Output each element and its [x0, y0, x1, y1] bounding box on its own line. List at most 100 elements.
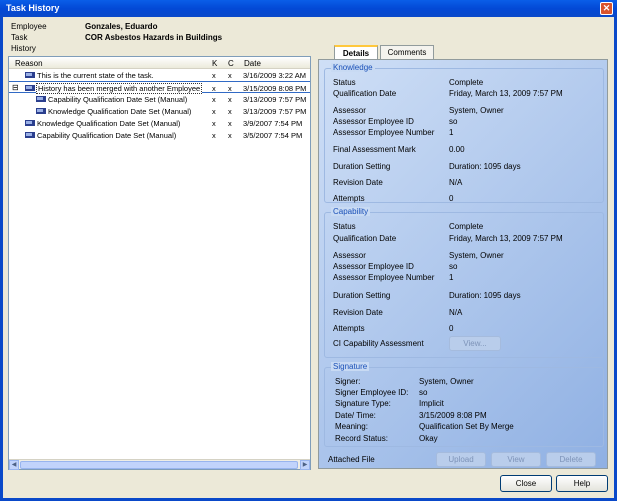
- tree-row[interactable]: Capability Qualification Date Set (Manua…: [9, 129, 310, 141]
- tab-details[interactable]: Details: [334, 45, 378, 60]
- row-c: x: [228, 107, 232, 116]
- k-final-mark-label: Final Assessment Mark: [333, 145, 416, 154]
- row-k: x: [212, 71, 216, 80]
- k-qdate-label: Qualification Date: [333, 89, 397, 98]
- tree-row[interactable]: Capability Qualification Date Set (Manua…: [9, 93, 310, 105]
- upload-button[interactable]: Upload: [436, 452, 486, 467]
- c-duration-label: Duration Setting: [333, 291, 391, 300]
- knowledge-title: Knowledge: [331, 63, 375, 72]
- c-revision-value: N/A: [449, 308, 463, 317]
- capability-title: Capability: [331, 207, 371, 216]
- c-duration-value: Duration: 1095 days: [449, 291, 521, 300]
- scroll-thumb[interactable]: [20, 461, 298, 469]
- row-c: x: [228, 95, 232, 104]
- col-reason[interactable]: Reason: [15, 59, 43, 68]
- row-date: 3/13/2009 7:57 PM: [243, 95, 307, 104]
- col-c[interactable]: C: [228, 59, 234, 68]
- row-k: x: [212, 84, 216, 93]
- row-reason: This is the current state of the task.: [37, 71, 154, 80]
- history-icon: [25, 132, 35, 138]
- row-k: x: [212, 95, 216, 104]
- ci-assessment-label: CI Capability Assessment: [333, 339, 424, 348]
- signature-datetime-label: Date/ Time:: [335, 411, 376, 420]
- collapse-icon[interactable]: ⊟: [12, 83, 19, 92]
- signature-title: Signature: [331, 362, 370, 371]
- signature-type-label: Signature Type:: [335, 399, 391, 408]
- history-icon: [36, 108, 46, 114]
- c-status-label: Status: [333, 222, 356, 231]
- k-assessor-value: System, Owner: [449, 106, 504, 115]
- c-qdate-value: Friday, March 13, 2009 7:57 PM: [449, 234, 563, 243]
- k-duration-label: Duration Setting: [333, 162, 391, 171]
- k-duration-value: Duration: 1095 days: [449, 162, 521, 171]
- delete-button[interactable]: Delete: [546, 452, 596, 467]
- history-icon: [36, 96, 46, 102]
- meaning-label: Meaning:: [335, 422, 368, 431]
- c-attempts-value: 0: [449, 324, 454, 333]
- row-date: 3/13/2009 7:57 PM: [243, 107, 307, 116]
- employee-row: Employee Gonzales, Eduardo: [11, 22, 157, 31]
- tree-row[interactable]: Knowledge Qualification Date Set (Manual…: [9, 117, 310, 129]
- c-assessor-num-value: 1: [449, 273, 454, 282]
- k-qdate-value: Friday, March 13, 2009 7:57 PM: [449, 89, 563, 98]
- scroll-right-icon[interactable]: ▶: [300, 460, 310, 470]
- task-value: COR Asbestos Hazards in Buildings: [85, 33, 223, 42]
- c-status-value: Complete: [449, 222, 484, 231]
- k-assessor-id-value: so: [449, 117, 458, 126]
- capability-group: Capability Status Complete Qualification…: [324, 207, 604, 358]
- col-k[interactable]: K: [212, 59, 217, 68]
- tab-comments[interactable]: Comments: [380, 45, 434, 59]
- meaning-value: Qualification Set By Merge: [419, 422, 514, 431]
- history-icon: [25, 120, 35, 126]
- signature-datetime-value: 3/15/2009 8:08 PM: [419, 411, 487, 420]
- k-attempts-value: 0: [449, 194, 454, 203]
- k-assessor-label: Assessor: [333, 106, 366, 115]
- c-assessor-value: System, Owner: [449, 251, 504, 260]
- tree-row[interactable]: This is the current state of the task. x…: [9, 69, 310, 81]
- knowledge-group: Knowledge Status Complete Qualification …: [324, 63, 604, 203]
- signer-id-label: Signer Employee ID:: [335, 388, 409, 397]
- tree-row-selected[interactable]: ⊟ History has been merged with another E…: [9, 81, 310, 94]
- k-revision-label: Revision Date: [333, 178, 383, 187]
- row-reason: Capability Qualification Date Set (Manua…: [48, 95, 188, 104]
- signature-group: Signature Signer: System, Owner Signer E…: [324, 362, 604, 447]
- title-bar: Task History ✕: [0, 0, 617, 17]
- tree-row[interactable]: Knowledge Qualification Date Set (Manual…: [9, 105, 310, 117]
- signer-label: Signer:: [335, 377, 361, 386]
- scroll-left-icon[interactable]: ◀: [9, 460, 19, 470]
- signature-type-value: Implicit: [419, 399, 444, 408]
- c-assessor-id-label: Assessor Employee ID: [333, 262, 414, 271]
- close-icon[interactable]: ✕: [600, 2, 613, 15]
- row-k: x: [212, 107, 216, 116]
- task-row: Task COR Asbestos Hazards in Buildings: [11, 33, 222, 42]
- help-button[interactable]: Help: [556, 475, 608, 492]
- record-status-label: Record Status:: [335, 434, 388, 443]
- row-k: x: [212, 131, 216, 140]
- row-date: 3/5/2007 7:54 PM: [243, 131, 303, 140]
- row-c: x: [228, 71, 232, 80]
- row-c: x: [228, 131, 232, 140]
- history-icon: [25, 72, 35, 78]
- history-label: History: [11, 44, 36, 53]
- signer-id-value: so: [419, 388, 428, 397]
- ci-view-button[interactable]: View...: [449, 336, 501, 351]
- signer-value: System, Owner: [419, 377, 474, 386]
- col-date[interactable]: Date: [244, 59, 261, 68]
- row-reason: Capability Qualification Date Set (Manua…: [37, 131, 177, 140]
- k-revision-value: N/A: [449, 178, 463, 187]
- tree-header: Reason K C Date: [9, 57, 310, 69]
- employee-label: Employee: [11, 22, 47, 31]
- close-button[interactable]: Close: [500, 475, 552, 492]
- view-button[interactable]: View: [491, 452, 541, 467]
- history-tree[interactable]: Reason K C Date This is the current stat…: [8, 56, 311, 470]
- row-reason: Knowledge Qualification Date Set (Manual…: [48, 107, 192, 116]
- employee-value: Gonzales, Eduardo: [85, 22, 158, 31]
- horizontal-scrollbar[interactable]: ◀ ▶: [9, 459, 310, 470]
- c-revision-label: Revision Date: [333, 308, 383, 317]
- k-status-value: Complete: [449, 78, 484, 87]
- row-c: x: [228, 84, 232, 93]
- history-icon: [25, 85, 35, 91]
- row-k: x: [212, 119, 216, 128]
- window-title: Task History: [6, 3, 60, 13]
- k-status-label: Status: [333, 78, 356, 87]
